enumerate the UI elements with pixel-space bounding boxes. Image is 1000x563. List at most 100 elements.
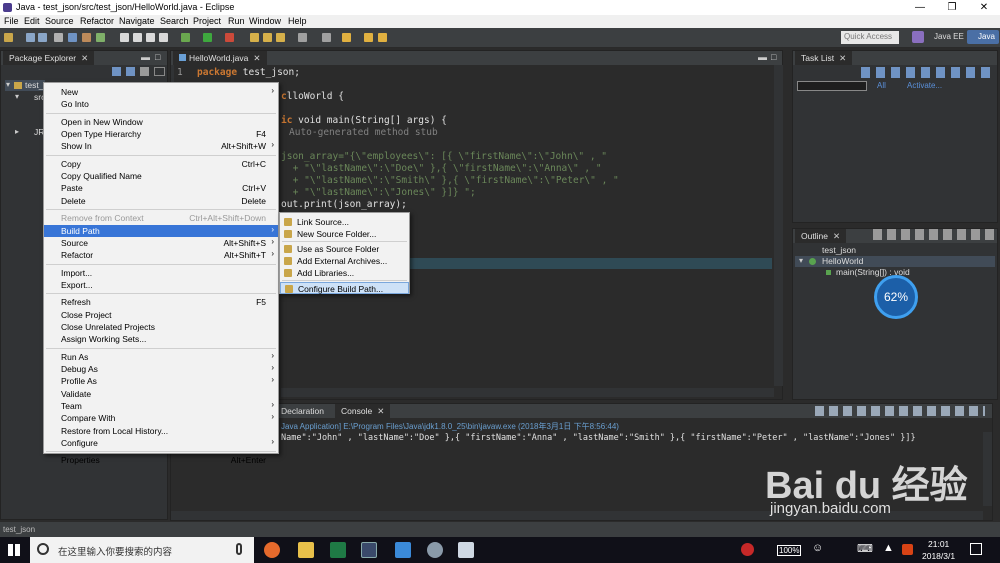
menu-item-delete[interactable]: Delete Delete — [44, 195, 278, 207]
task-activate-link[interactable]: Activate... — [907, 81, 942, 90]
menu-project[interactable]: Project — [193, 16, 221, 26]
tab-outline[interactable]: Outline ✕ — [795, 229, 847, 243]
menu-file[interactable]: File — [4, 16, 19, 26]
menu-item-export[interactable]: Export... — [44, 279, 278, 291]
menu-run[interactable]: Run — [228, 16, 245, 26]
tree-expand-icon[interactable]: ▸ — [15, 127, 19, 136]
mark-icon[interactable] — [159, 33, 168, 42]
ime-icon[interactable] — [902, 544, 913, 555]
submenu-item-link-source[interactable]: Link Source... — [280, 216, 409, 228]
back-icon[interactable] — [342, 33, 351, 42]
task-filter-input[interactable] — [797, 81, 867, 91]
tab-declaration[interactable]: Declaration — [281, 406, 324, 416]
menu-item-run-as[interactable]: Run As › — [44, 351, 278, 363]
menu-navigate[interactable]: Navigate — [119, 16, 155, 26]
code-comment[interactable]: Auto-generated method stub — [289, 127, 438, 138]
code-line[interactable]: package test_json; — [197, 67, 300, 78]
performance-badge[interactable]: 62% — [874, 275, 918, 319]
save-icon[interactable] — [26, 33, 35, 42]
menu-item-go-into[interactable]: Go Into — [44, 98, 278, 110]
menu-item-configure[interactable]: Configure › — [44, 437, 278, 449]
new-icon[interactable] — [4, 33, 13, 42]
minimize-view-icon[interactable]: ▬ — [758, 52, 767, 62]
task-toolbar-icons[interactable] — [861, 67, 991, 78]
submenu-item-use-as-source-folder[interactable]: Use as Source Folder — [280, 243, 409, 255]
tree-expand-icon[interactable]: ▾ — [799, 256, 803, 265]
menu-item-restore-from-local-history[interactable]: Restore from Local History... — [44, 425, 278, 437]
console-toolbar-icons[interactable] — [815, 406, 985, 416]
open-type-icon[interactable] — [250, 33, 259, 42]
last-edit-icon[interactable] — [378, 33, 387, 42]
file-explorer-icon[interactable] — [298, 542, 314, 558]
annotation-icon[interactable] — [298, 33, 307, 42]
menu-item-new[interactable]: New › — [44, 86, 278, 98]
minimize-button[interactable]: — — [905, 0, 935, 15]
open-icon[interactable] — [146, 33, 155, 42]
submenu-item-configure-build-path[interactable]: Configure Build Path... — [280, 282, 409, 294]
maximize-view-icon[interactable]: □ — [155, 52, 160, 62]
notification-icon[interactable] — [970, 543, 982, 555]
code-line[interactable]: + "\"lastName\":\"Jones\" }]} "; — [287, 187, 476, 198]
tab-package-explorer[interactable]: Package Explorer ✕ — [3, 51, 95, 65]
close-icon[interactable]: ✕ — [377, 406, 384, 416]
maximize-button[interactable]: ❐ — [937, 0, 967, 15]
open-task-icon[interactable] — [263, 33, 272, 42]
menu-item-open-type-hierarchy[interactable]: Open Type Hierarchy F4 — [44, 128, 278, 140]
menu-item-refactor[interactable]: Refactor Alt+Shift+T › — [44, 249, 278, 261]
terminal-icon[interactable] — [68, 33, 77, 42]
console-output[interactable]: Name":"John" , "lastName":"Doe" },{ "fir… — [281, 433, 916, 443]
close-window-button[interactable]: ✕ — [969, 0, 999, 15]
package-icon[interactable] — [82, 33, 91, 42]
perspective-javaee-icon[interactable] — [912, 31, 924, 43]
menu-item-debug-as[interactable]: Debug As › — [44, 363, 278, 375]
windows-start-icon[interactable] — [8, 544, 20, 556]
skip-breakpoints-icon[interactable] — [133, 33, 142, 42]
tree-expand-icon[interactable]: ▾ — [15, 92, 19, 101]
microphone-icon[interactable] — [236, 543, 242, 555]
app-icon[interactable] — [427, 542, 443, 558]
run-icon[interactable] — [203, 33, 212, 42]
quick-access-input[interactable]: Quick Access — [841, 31, 899, 44]
menu-item-close-unrelated-projects[interactable]: Close Unrelated Projects — [44, 321, 278, 333]
code-line[interactable]: json_array="{\"employees\": [{ \"firstNa… — [281, 151, 607, 162]
editor-vscrollbar[interactable] — [774, 65, 783, 386]
menu-search[interactable]: Search — [160, 16, 189, 26]
outline-item-class[interactable]: HelloWorld — [822, 256, 863, 266]
taskbar-search[interactable]: 在这里输入你要搜索的内容 — [30, 537, 254, 563]
menu-item-properties[interactable]: Properties Alt+Enter — [44, 454, 278, 466]
tree-expand-icon[interactable]: ▾ — [6, 80, 10, 89]
collapse-all-icon[interactable] — [112, 67, 121, 76]
forward-icon[interactable] — [364, 33, 373, 42]
menu-help[interactable]: Help — [288, 16, 307, 26]
menu-item-copy-qualified-name[interactable]: Copy Qualified Name — [44, 170, 278, 182]
tab-helloworld-java[interactable]: HelloWorld.java ✕ — [173, 51, 267, 65]
menu-item-remove-from-context[interactable]: Remove from Context Ctrl+Alt+Shift+Down — [44, 212, 278, 224]
debug-icon[interactable] — [181, 33, 190, 42]
print-icon[interactable] — [54, 33, 63, 42]
tab-console[interactable]: Console ✕ — [335, 404, 391, 418]
close-icon[interactable]: ✕ — [839, 53, 846, 63]
perspective-javaee[interactable]: Java EE — [934, 32, 964, 41]
new-class-icon[interactable] — [96, 33, 105, 42]
editor-hscrollbar[interactable] — [281, 388, 774, 397]
menu-item-refresh[interactable]: Refresh F5 — [44, 296, 278, 308]
menu-edit[interactable]: Edit — [24, 16, 40, 26]
search-icon[interactable] — [276, 33, 285, 42]
task-all-link[interactable]: All — [877, 81, 886, 90]
network-icon[interactable]: ▲ — [883, 542, 894, 554]
view-filter-icon[interactable] — [140, 67, 149, 76]
external-tools-icon[interactable] — [225, 33, 234, 42]
menu-item-paste[interactable]: Paste Ctrl+V — [44, 182, 278, 194]
toggle-icon[interactable] — [120, 33, 129, 42]
code-line[interactable]: ic void main(String[] args) { — [281, 115, 447, 126]
menu-item-open-in-new-window[interactable]: Open in New Window — [44, 116, 278, 128]
menu-item-team[interactable]: Team › — [44, 400, 278, 412]
menu-item-build-path[interactable]: Build Path › — [44, 224, 278, 237]
perspective-java[interactable]: Java — [978, 32, 995, 41]
maximize-view-icon[interactable]: □ — [771, 52, 776, 62]
outline-toolbar-icons[interactable] — [873, 229, 995, 240]
close-icon[interactable]: ✕ — [833, 231, 840, 241]
submenu-item-add-external-archives[interactable]: Add External Archives... — [280, 255, 409, 267]
menu-item-profile-as[interactable]: Profile As › — [44, 375, 278, 387]
menu-item-show-in[interactable]: Show In Alt+Shift+W › — [44, 140, 278, 152]
